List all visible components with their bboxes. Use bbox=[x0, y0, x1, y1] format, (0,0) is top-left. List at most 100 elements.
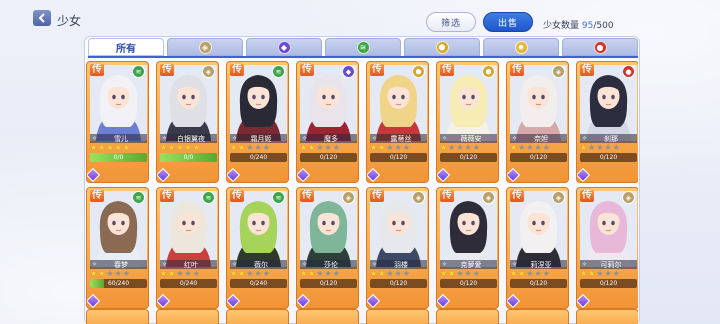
character-card[interactable]: 传 ≋ ✧ 红叶 ★ ★ ★ ★ ★ 0/240 bbox=[156, 187, 219, 309]
character-card[interactable]: 传 ⬢ ✧ 薇薇安 ★ ★ ★ ★ ★ 0/120 bbox=[436, 61, 499, 183]
character-card[interactable] bbox=[436, 309, 499, 324]
level-bar: 0/120 bbox=[370, 153, 427, 162]
star-empty-icon: ★ bbox=[604, 269, 612, 278]
star-empty-icon: ★ bbox=[316, 143, 324, 152]
character-card[interactable]: 传 ◈ ✧ 奈妲 ★ ★ ★ ★ ★ 0/120 bbox=[506, 61, 569, 183]
star-empty-icon: ★ bbox=[394, 143, 402, 152]
name-bar: ✧ 魔多 bbox=[300, 134, 357, 143]
star-empty-icon: ★ bbox=[534, 143, 542, 152]
level-text: 0/240 bbox=[249, 154, 268, 161]
star-empty-icon: ★ bbox=[464, 269, 472, 278]
character-card[interactable]: 传 ◈ ✧ 可莉尔 ★ ★ ★ ★ ★ 0/120 bbox=[576, 187, 638, 309]
character-card[interactable]: 传 ≋ ✧ 霜月姬 ★ ★ ★ ★ ★ 0/240 bbox=[226, 61, 289, 183]
character-card[interactable]: 传 ≋ ✧ 春梦 ★ ★ ★ ★ ★ 60/240 bbox=[86, 187, 149, 309]
star-empty-icon: ★ bbox=[596, 143, 604, 152]
gem-icon bbox=[227, 167, 241, 182]
star-empty-icon: ★ bbox=[526, 143, 534, 152]
character-card[interactable]: 传 ≋ ✧ 薇尔 ★ ★ ★ ★ ★ 0/240 bbox=[226, 187, 289, 309]
star-rating: ★ ★ ★ ★ ★ bbox=[160, 270, 200, 278]
star-empty-icon: ★ bbox=[332, 269, 340, 278]
wind-element-icon: ≋ bbox=[356, 40, 370, 54]
card-grid[interactable]: 传 ≋ ✧ 雪儿 ★ ★ ★ ★ ★ 0/0 传 ◈ ✧ 白银翼夜 ★ ★ ★ ★ ★ 0/0 传 ≋ ✧ 霜月姬 ★ ★ ★ ★ ★ 0… bbox=[86, 61, 638, 324]
level-bar: 0/0 bbox=[160, 153, 217, 162]
tab-neutral-element[interactable]: ◈ bbox=[167, 38, 243, 56]
star-rating: ★ ★ ★ ★ ★ bbox=[510, 270, 550, 278]
character-card[interactable] bbox=[366, 309, 429, 324]
character-name: 魔多 bbox=[324, 134, 339, 143]
character-card[interactable] bbox=[86, 309, 149, 324]
filter-button[interactable]: 筛选 bbox=[426, 12, 476, 32]
character-name: 莎伦 bbox=[324, 260, 339, 269]
name-bar: ✧ 可莉尔 bbox=[580, 260, 637, 269]
level-text: 0/240 bbox=[179, 280, 198, 287]
star-empty-icon: ★ bbox=[464, 143, 472, 152]
back-button[interactable] bbox=[33, 10, 51, 26]
character-card[interactable] bbox=[506, 309, 569, 324]
rarity-badge: 传 bbox=[230, 64, 244, 76]
tab-dark-element[interactable]: ◆ bbox=[246, 38, 322, 56]
character-card[interactable] bbox=[296, 309, 359, 324]
fire-element-icon: ● bbox=[593, 40, 607, 54]
character-card[interactable]: 传 ≋ ✧ 雪儿 ★ ★ ★ ★ ★ 0/0 bbox=[86, 61, 149, 183]
star-filled-icon: ★ bbox=[588, 269, 596, 278]
character-name: 莉涅亚 bbox=[530, 260, 552, 269]
name-bar: ✧ 红叶 bbox=[160, 260, 217, 269]
name-bar: ✧ 薇尔 bbox=[230, 260, 287, 269]
gem-icon bbox=[227, 293, 241, 308]
character-card[interactable]: 传 ◈ ✧ 克萝爱 ★ ★ ★ ★ ★ 0/120 bbox=[436, 187, 499, 309]
star-empty-icon: ★ bbox=[262, 143, 270, 152]
level-text: 0/120 bbox=[319, 280, 338, 287]
character-card[interactable]: 传 ◆ ✧ 魔多 ★ ★ ★ ★ ★ 0/120 bbox=[296, 61, 359, 183]
neutral-element-icon: ◈ bbox=[482, 191, 495, 204]
name-bar: ✧ 春梦 bbox=[90, 260, 147, 269]
gem-icon bbox=[507, 167, 521, 182]
character-card[interactable] bbox=[576, 309, 638, 324]
neutral-element-icon: ◈ bbox=[622, 191, 635, 204]
star-rating: ★ ★ ★ ★ ★ bbox=[440, 144, 480, 152]
tab-light-element[interactable]: ✹ bbox=[483, 38, 559, 56]
wind-element-icon: ≋ bbox=[272, 191, 285, 204]
character-name: 可莉尔 bbox=[600, 260, 622, 269]
level-bar: 0/120 bbox=[510, 153, 567, 162]
character-card[interactable]: 传 ⬢ ✧ 露蒂丝 ★ ★ ★ ★ ★ 0/120 bbox=[366, 61, 429, 183]
name-bar: ✧ 克萝爱 bbox=[440, 260, 497, 269]
dark-element-icon: ◆ bbox=[277, 40, 291, 54]
level-bar: 0/120 bbox=[300, 153, 357, 162]
character-card[interactable] bbox=[226, 309, 289, 324]
star-empty-icon: ★ bbox=[526, 269, 534, 278]
character-card[interactable]: 传 ◈ ✧ 莎伦 ★ ★ ★ ★ ★ 0/120 bbox=[296, 187, 359, 309]
star-empty-icon: ★ bbox=[402, 143, 410, 152]
star-rating: ★ ★ ★ ★ ★ bbox=[160, 144, 200, 152]
star-empty-icon: ★ bbox=[262, 269, 270, 278]
star-empty-icon: ★ bbox=[386, 143, 394, 152]
rarity-badge: 传 bbox=[370, 190, 384, 202]
star-rating: ★ ★ ★ ★ ★ bbox=[370, 144, 410, 152]
level-bar: 0/120 bbox=[370, 279, 427, 288]
star-empty-icon: ★ bbox=[332, 143, 340, 152]
character-card[interactable] bbox=[156, 309, 219, 324]
character-card[interactable]: 传 ● ✧ 刹那 ★ ★ ★ ★ ★ 0/120 bbox=[576, 61, 638, 183]
rarity-badge: 传 bbox=[510, 64, 524, 76]
tab-earth-element[interactable]: ⬢ bbox=[404, 38, 480, 56]
level-bar: 0/240 bbox=[160, 279, 217, 288]
gem-icon bbox=[507, 293, 521, 308]
gem-icon bbox=[157, 293, 171, 308]
star-rating: ★ ★ ★ ★ ★ bbox=[230, 144, 270, 152]
star-rating: ★ ★ ★ ★ ★ bbox=[300, 144, 340, 152]
top-bar: 少女 筛选 出售 少女数量 95/500 bbox=[0, 0, 720, 34]
character-card[interactable]: 传 ◈ ✧ 白银翼夜 ★ ★ ★ ★ ★ 0/0 bbox=[156, 61, 219, 183]
character-name: 奈妲 bbox=[534, 134, 549, 143]
rarity-badge: 传 bbox=[160, 190, 174, 202]
character-card[interactable]: 传 ◈ ✧ 莉涅亚 ★ ★ ★ ★ ★ 0/120 bbox=[506, 187, 569, 309]
tab-fire-element[interactable]: ● bbox=[562, 38, 638, 56]
level-text: 0/0 bbox=[183, 154, 194, 161]
earth-element-icon: ⬢ bbox=[482, 65, 495, 78]
level-text: 0/120 bbox=[389, 280, 408, 287]
girl-count-total: /500 bbox=[593, 21, 614, 31]
sell-button[interactable]: 出售 bbox=[483, 12, 533, 32]
level-bar: 0/240 bbox=[230, 153, 287, 162]
star-empty-icon: ★ bbox=[254, 269, 262, 278]
tab-all[interactable]: 所有 bbox=[88, 38, 164, 56]
tab-wind-element[interactable]: ≋ bbox=[325, 38, 401, 56]
character-card[interactable]: 传 ◈ ✧ 羽楼 ★ ★ ★ ★ ★ 0/120 bbox=[366, 187, 429, 309]
